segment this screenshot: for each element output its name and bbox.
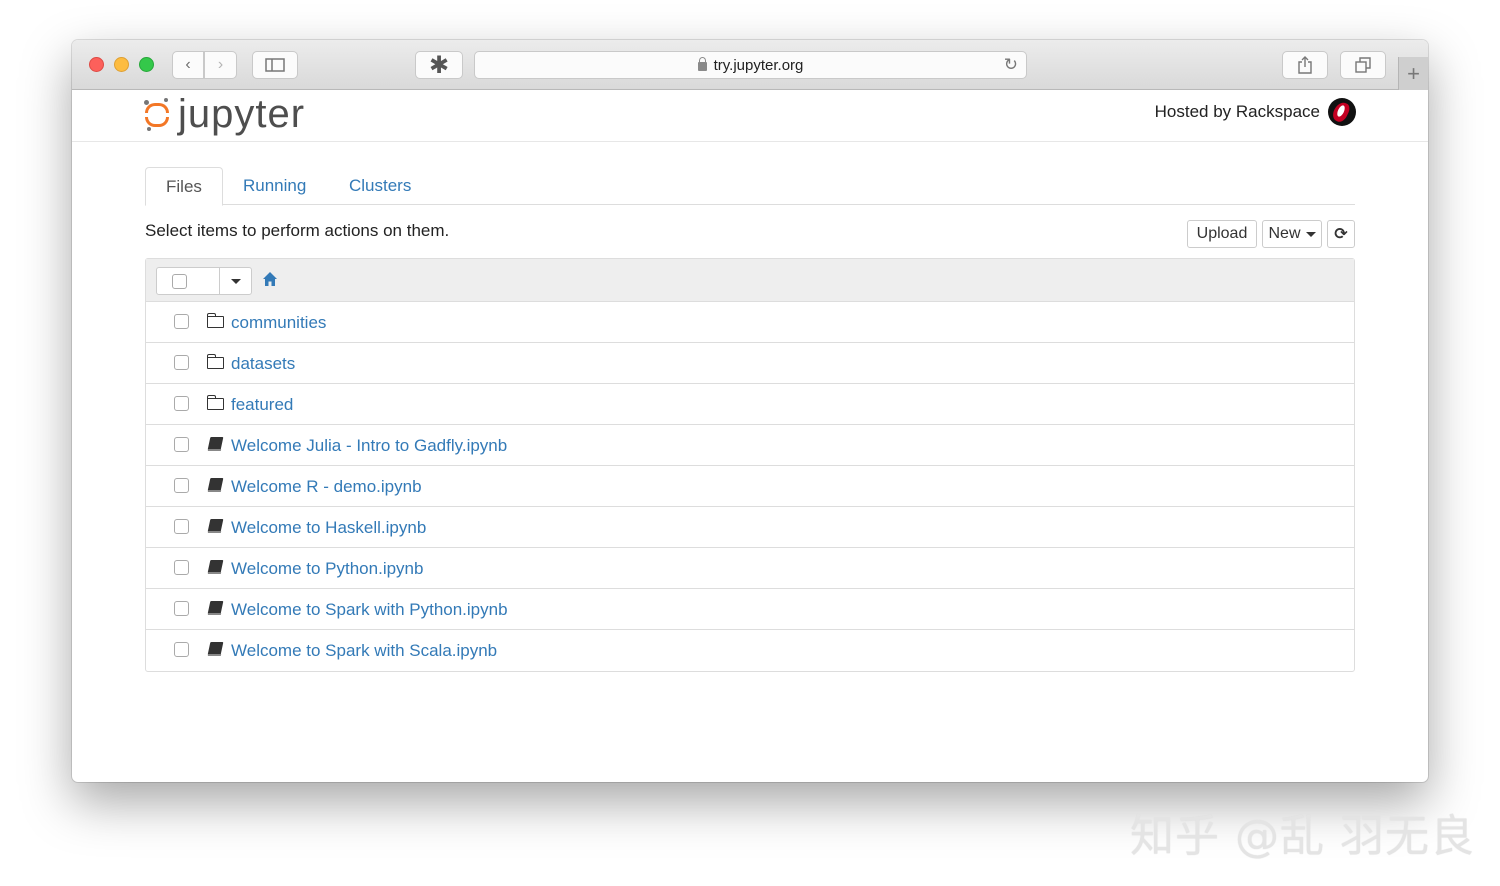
list-item[interactable]: communities [146,302,1354,343]
jupyter-logo[interactable]: jupyter [144,92,305,136]
list-item[interactable]: Welcome to Haskell.ipynb [146,507,1354,548]
refresh-icon: ⟳ [1334,226,1348,243]
new-button-label: New [1268,225,1301,242]
item-checkbox[interactable] [174,519,189,534]
notebook-icon [207,437,224,452]
folder-icon [206,313,224,328]
tabs-icon [1355,57,1371,73]
new-button[interactable]: New [1262,220,1322,248]
file-list-header [146,259,1354,302]
list-item[interactable]: Welcome R - demo.ipynb [146,466,1354,507]
item-link[interactable]: featured [231,384,293,425]
item-link[interactable]: Welcome R - demo.ipynb [231,466,422,507]
address-bar[interactable]: try.jupyter.org ↻ [474,51,1027,79]
list-item[interactable]: featured [146,384,1354,425]
browser-toolbar: ‹ › ✱ try.jupyter.org ↻ + [72,40,1428,90]
back-button[interactable]: ‹ [172,51,204,79]
sidebar-icon [265,58,285,72]
new-tab-button[interactable]: + [1398,57,1428,90]
folder-icon [206,395,224,410]
item-checkbox[interactable] [174,642,189,657]
jupyter-header: jupyter Hosted by Rackspace [72,90,1428,142]
item-checkbox[interactable] [174,560,189,575]
folder-icon [206,354,224,369]
item-link[interactable]: Welcome to Spark with Python.ipynb [231,589,508,630]
selection-hint: Select items to perform actions on them. [145,221,450,240]
caret-down-icon[interactable] [231,279,241,284]
home-icon[interactable] [262,271,278,287]
list-item[interactable]: Welcome to Spark with Scala.ipynb [146,630,1354,671]
item-checkbox[interactable] [174,314,189,329]
chevron-right-icon: › [217,56,224,73]
select-all-checkbox[interactable] [172,274,187,289]
watermark: 知乎 @乱 羽无良 [1130,811,1475,862]
list-item[interactable]: Welcome Julia - Intro to Gadfly.ipynb [146,425,1354,466]
select-all-dropdown[interactable] [156,267,252,295]
tab-bar: Files Running Clusters [145,167,1355,206]
sidebar-toggle-button[interactable] [252,51,298,79]
plus-icon: + [1407,60,1420,86]
tab-clusters[interactable]: Clusters [329,167,431,205]
reload-icon[interactable]: ↻ [1004,55,1018,75]
item-checkbox[interactable] [174,396,189,411]
item-link[interactable]: Welcome to Python.ipynb [231,548,423,589]
forward-button[interactable]: › [204,51,237,79]
item-link[interactable]: communities [231,302,326,343]
notebook-icon [207,601,224,616]
notebook-icon [207,560,224,575]
minimize-window-button[interactable] [114,57,129,72]
item-checkbox[interactable] [174,437,189,452]
upload-button[interactable]: Upload [1187,220,1257,248]
list-item[interactable]: Welcome to Python.ipynb [146,548,1354,589]
jupyter-logo-icon [144,97,172,131]
jupyter-logo-text: jupyter [178,92,306,136]
extension-button[interactable]: ✱ [415,51,463,79]
file-list: communities datasets featured Welcome Ju… [145,258,1355,672]
tab-files[interactable]: Files [145,167,223,206]
item-link[interactable]: Welcome Julia - Intro to Gadfly.ipynb [231,425,507,466]
chevron-left-icon: ‹ [185,56,191,73]
browser-window: ‹ › ✱ try.jupyter.org ↻ + jupyter Hosted… [72,40,1428,782]
item-checkbox[interactable] [174,355,189,370]
hosted-by[interactable]: Hosted by Rackspace [1155,98,1356,126]
item-checkbox[interactable] [174,601,189,616]
caret-down-icon [1305,231,1316,237]
url-text: try.jupyter.org [713,56,804,74]
item-link[interactable]: datasets [231,343,295,384]
list-item[interactable]: Welcome to Spark with Python.ipynb [146,589,1354,630]
item-checkbox[interactable] [174,478,189,493]
refresh-button[interactable]: ⟳ [1327,220,1355,248]
puzzle-icon: ✱ [428,51,450,79]
rackspace-logo-icon [1328,98,1356,126]
lock-icon [697,56,707,71]
item-link[interactable]: Welcome to Spark with Scala.ipynb [231,630,497,671]
item-link[interactable]: Welcome to Haskell.ipynb [231,507,426,548]
zoom-window-button[interactable] [139,57,154,72]
tab-running[interactable]: Running [223,167,326,205]
show-tabs-button[interactable] [1340,51,1386,79]
list-item[interactable]: datasets [146,343,1354,384]
notebook-icon [207,642,224,657]
share-button[interactable] [1282,51,1328,79]
notebook-icon [207,519,224,534]
close-window-button[interactable] [89,57,104,72]
share-icon [1298,56,1312,74]
hosted-by-text: Hosted by Rackspace [1154,102,1320,121]
notebook-icon [207,478,224,493]
